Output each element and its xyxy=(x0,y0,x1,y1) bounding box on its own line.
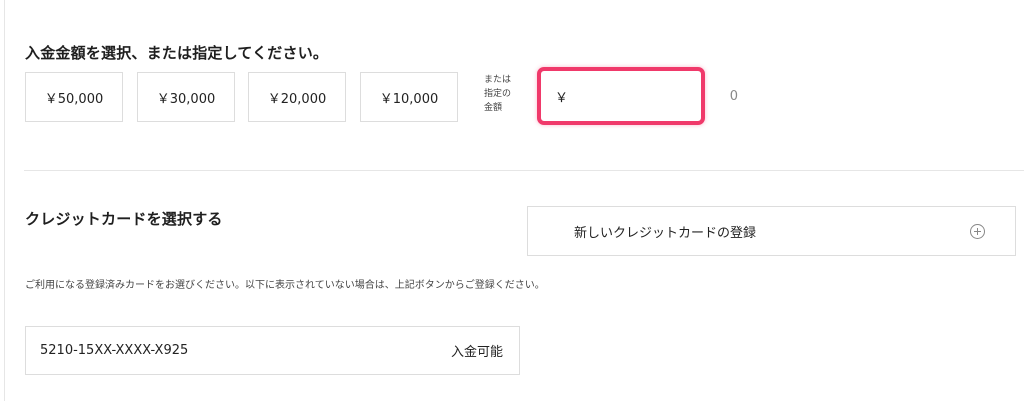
currency-symbol: ￥ xyxy=(555,90,569,106)
custom-amount-label-line: 金額 xyxy=(484,103,503,113)
custom-amount-input[interactable] xyxy=(568,88,739,104)
card-selection-note: ご利用になる登録済みカードをお選びください。以下に表示されていない場合は、上記ボ… xyxy=(25,280,545,291)
left-border xyxy=(4,0,5,401)
credit-card-title: クレジットカードを選択する xyxy=(25,210,223,228)
custom-amount-box: ￥ xyxy=(537,67,739,125)
custom-amount-label-line: または xyxy=(484,75,512,85)
section-divider xyxy=(24,170,1024,171)
amount-option-50000[interactable]: ￥50,000 xyxy=(25,72,123,122)
deposit-amount-title: 入金金額を選択、または指定してください。 xyxy=(25,44,329,62)
amount-option-20000[interactable]: ￥20,000 xyxy=(248,72,346,122)
card-status: 入金可能 xyxy=(450,345,503,360)
amount-option-10000[interactable]: ￥10,000 xyxy=(360,72,458,122)
plus-circle-icon xyxy=(970,223,985,239)
custom-amount-label-line: 指定の xyxy=(484,89,512,99)
deposit-page: 入金金額を選択、または指定してください。 ￥50,000 ￥30,000 ￥20… xyxy=(0,0,1024,401)
register-new-card-label: 新しいクレジットカードの登録 xyxy=(574,225,757,241)
registered-card-row[interactable]: 5210-15XX-XXXX-X925 入金可能 xyxy=(25,326,520,375)
amount-option-30000[interactable]: ￥30,000 xyxy=(137,72,235,122)
custom-amount-label: または 指定の 金額 xyxy=(484,73,518,115)
register-new-card-button[interactable]: 新しいクレジットカードの登録 xyxy=(527,206,1016,256)
card-number: 5210-15XX-XXXX-X925 xyxy=(40,343,189,358)
